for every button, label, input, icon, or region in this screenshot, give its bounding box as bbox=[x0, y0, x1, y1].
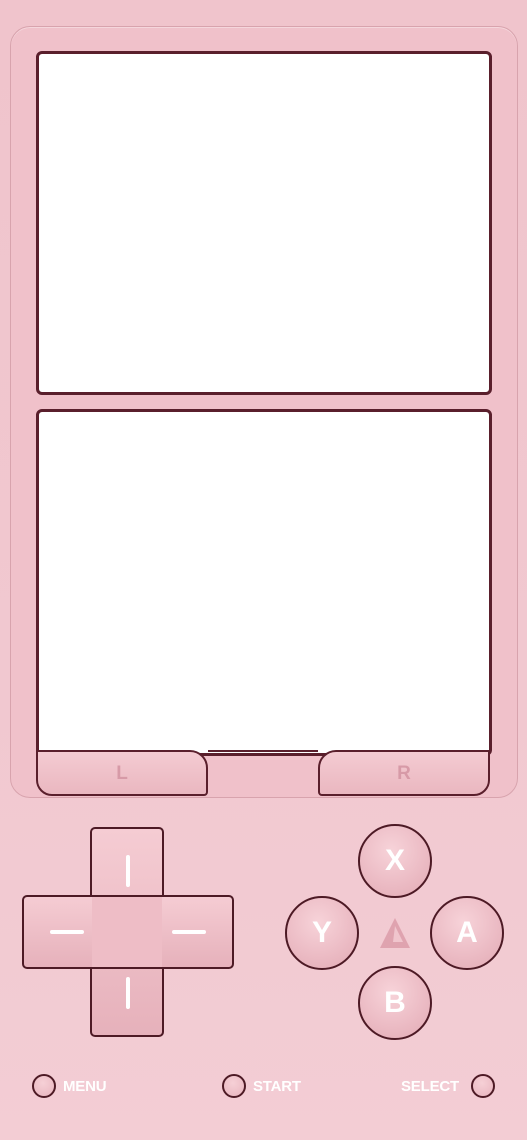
y-button-label: Y bbox=[311, 916, 332, 949]
l-shoulder-button[interactable]: L bbox=[36, 750, 208, 796]
dpad-down-mark-icon bbox=[126, 977, 130, 1009]
start-button[interactable] bbox=[222, 1074, 246, 1098]
a-button[interactable]: A bbox=[430, 896, 504, 970]
dpad-up-mark-icon bbox=[126, 855, 130, 887]
select-label: SELECT bbox=[401, 1078, 459, 1095]
hinge-divider bbox=[208, 750, 318, 794]
dpad-right-mark-icon bbox=[172, 930, 206, 934]
dpad-center bbox=[92, 897, 162, 967]
r-shoulder-label: R bbox=[397, 763, 411, 784]
b-button[interactable]: B bbox=[358, 966, 432, 1040]
l-shoulder-label: L bbox=[116, 763, 128, 784]
select-button[interactable] bbox=[471, 1074, 495, 1098]
touch-screen[interactable] bbox=[36, 409, 492, 756]
x-button-label: X bbox=[384, 844, 405, 877]
r-shoulder-button[interactable]: R bbox=[318, 750, 490, 796]
dpad[interactable] bbox=[22, 827, 234, 1037]
y-button[interactable]: Y bbox=[285, 896, 359, 970]
start-label: START bbox=[253, 1078, 301, 1095]
delta-logo-icon bbox=[380, 918, 410, 948]
menu-label: MENU bbox=[63, 1078, 107, 1095]
b-button-label: B bbox=[384, 986, 406, 1019]
a-button-label: A bbox=[456, 916, 478, 949]
controller-skin: L R X Y A B MENU START SELECT bbox=[0, 0, 527, 1140]
top-screen bbox=[36, 51, 492, 395]
x-button[interactable]: X bbox=[358, 824, 432, 898]
dpad-left-mark-icon bbox=[50, 930, 84, 934]
menu-button[interactable] bbox=[32, 1074, 56, 1098]
